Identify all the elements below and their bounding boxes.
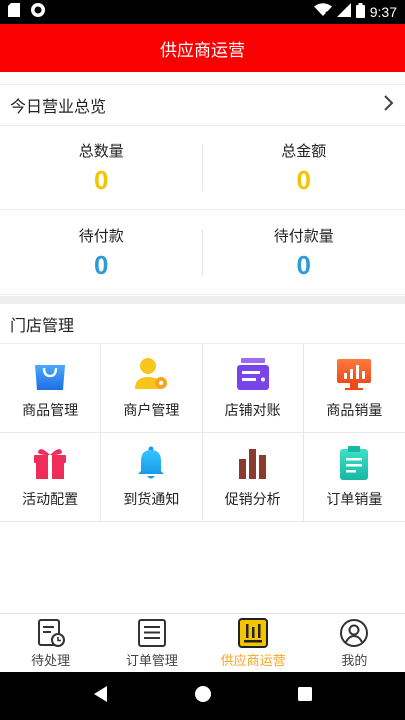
grid-item-label: 商户管理: [123, 403, 180, 419]
stat-label: 待付款量: [273, 226, 334, 245]
status-time: 9:37: [369, 4, 397, 20]
grid-item-label: 店铺对账: [224, 403, 281, 419]
sd-card-icon: [8, 3, 20, 21]
system-nav-bar: [0, 672, 405, 720]
section-divider: [0, 296, 405, 304]
grid-item-label: 商品管理: [22, 403, 79, 419]
app-screen: 9:37 供应商运营 今日营业总览 总数量 0 总金额 0 待付款 0 待付款量…: [0, 0, 405, 720]
shopping-bag-icon: [32, 356, 68, 392]
stats-row-totals: 总数量 0 总金额 0: [0, 126, 405, 210]
bar-chart-icon: [235, 445, 271, 481]
bottom-tab-bar: 待处理 订单管理 供应商运营 我的: [0, 613, 405, 672]
overview-header[interactable]: 今日营业总览: [0, 84, 405, 126]
sales-chart-icon: [336, 356, 372, 392]
store-title: 门店管理: [10, 315, 75, 335]
grid-item-label: 促销分析: [224, 492, 281, 508]
clipboard-icon: [336, 445, 372, 481]
tab-label: 待处理: [31, 653, 71, 669]
battery-icon: [355, 2, 365, 22]
stat-label: 总数量: [78, 141, 124, 160]
grid-item-label: 活动配置: [22, 492, 79, 508]
stat-total-quantity: 总数量 0: [0, 126, 203, 209]
stat-total-amount: 总金额 0: [203, 126, 405, 209]
merchant-user-icon: [133, 356, 169, 392]
supplier-ops-icon: [238, 617, 269, 648]
stat-label: 待付款: [78, 226, 124, 245]
stat-label: 总金额: [281, 141, 327, 160]
tab-supplier-ops[interactable]: 供应商运营: [203, 614, 304, 672]
store-header: 门店管理: [0, 304, 405, 344]
grid-item-promotion-analysis[interactable]: 促销分析: [202, 433, 304, 522]
grid-item-product-management[interactable]: 商品管理: [0, 344, 102, 433]
tab-label: 我的: [341, 653, 368, 669]
recents-icon[interactable]: [297, 686, 313, 706]
grid-item-product-sales[interactable]: 商品销量: [303, 344, 405, 433]
overview-title: 今日营业总览: [10, 97, 107, 116]
title-bar: 供应商运营: [0, 24, 405, 72]
tab-order-management[interactable]: 订单管理: [101, 614, 202, 672]
stat-pending-payment: 待付款 0: [0, 211, 203, 294]
tab-profile[interactable]: 我的: [304, 614, 405, 672]
bell-icon: [133, 445, 169, 481]
home-icon[interactable]: [194, 685, 212, 707]
grid-item-merchant-management[interactable]: 商户管理: [101, 344, 203, 433]
grid-item-arrival-notice[interactable]: 到货通知: [101, 433, 203, 522]
pending-clock-icon: [36, 618, 66, 648]
wifi-icon: [313, 3, 332, 21]
tab-label: 供应商运营: [220, 653, 286, 669]
back-icon[interactable]: [93, 685, 109, 707]
stats-row-pending: 待付款 0 待付款量 0: [0, 211, 405, 295]
grid-item-order-sales[interactable]: 订单销量: [303, 433, 405, 522]
stat-value: 0: [94, 164, 109, 195]
tab-pending[interactable]: 待处理: [0, 614, 101, 672]
grid-item-label: 到货通知: [123, 492, 180, 508]
tab-label: 订单管理: [125, 653, 178, 669]
grid-item-store-reconciliation[interactable]: 店铺对账: [202, 344, 304, 433]
chevron-right-icon[interactable]: [383, 94, 395, 116]
page-title: 供应商运营: [160, 40, 245, 61]
store-grid: 商品管理 商户管理 店铺对账 商品销量 活动配置 到货通知 促销分析 订单销量: [0, 344, 405, 522]
status-bar: 9:37: [0, 0, 405, 24]
stat-pending-quantity: 待付款量 0: [203, 211, 405, 294]
record-icon: [30, 2, 46, 22]
gift-icon: [32, 445, 68, 481]
profile-icon: [339, 618, 369, 648]
grid-item-label: 商品销量: [326, 403, 383, 419]
grid-item-activity-config[interactable]: 活动配置: [0, 433, 102, 522]
signal-icon: [336, 3, 351, 21]
grid-item-label: 订单销量: [326, 492, 383, 508]
reconcile-list-icon: [235, 356, 271, 392]
order-list-icon: [137, 618, 167, 648]
stat-value: 0: [296, 164, 311, 195]
stat-value: 0: [94, 249, 109, 280]
stat-value: 0: [296, 249, 311, 280]
